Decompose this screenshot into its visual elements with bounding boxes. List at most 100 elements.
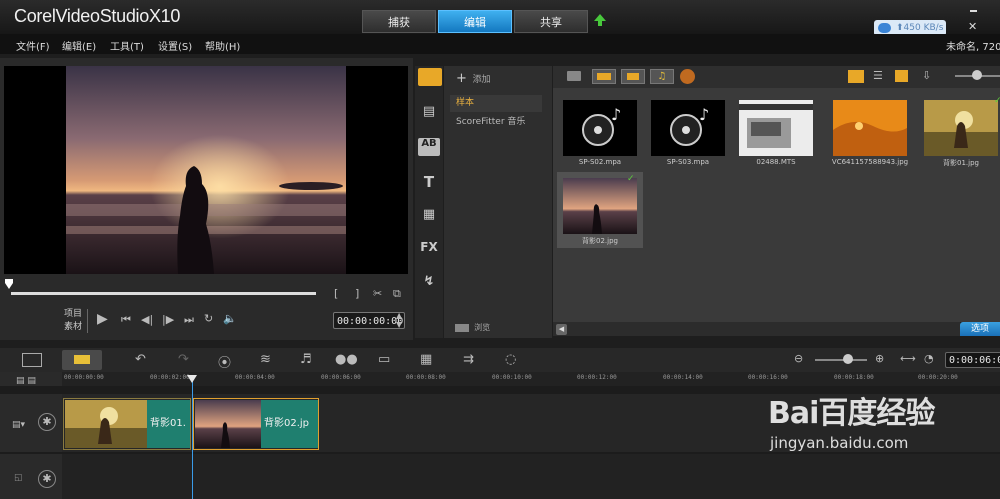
library-item[interactable]: ♪ SP-S02.mpa: [557, 94, 643, 170]
timeline-timecode[interactable]: 0:00:06:00: [945, 352, 1000, 368]
sort-icon[interactable]: ⇩: [922, 69, 931, 82]
scrub-bar[interactable]: [11, 292, 316, 295]
library-item[interactable]: VC641157588943.jpg: [827, 94, 913, 170]
undo-icon[interactable]: ↶: [135, 352, 146, 367]
time-remapping-icon[interactable]: ⇉: [463, 352, 474, 367]
tab-edit[interactable]: 编辑: [438, 10, 512, 33]
overlay-track-icon[interactable]: ◱: [14, 473, 23, 483]
library-item[interactable]: ✓ 背影02.jpg: [557, 172, 643, 248]
ripple-edit-icon[interactable]: ✱: [38, 413, 56, 431]
next-frame-icon[interactable]: |▶: [162, 313, 174, 326]
add-label[interactable]: 添加: [473, 75, 491, 85]
enlarge-icon[interactable]: ⧉: [393, 287, 401, 301]
timeline-view-icon[interactable]: [74, 355, 90, 364]
view-grid-icon[interactable]: [895, 70, 908, 82]
volume-icon[interactable]: 🔈: [223, 312, 237, 325]
timecode-stepper-icon[interactable]: ▲ ▼: [396, 311, 402, 329]
repeat-icon[interactable]: ↻: [204, 312, 213, 325]
motion-tracking-icon[interactable]: ●●: [335, 352, 358, 367]
transition-icon[interactable]: AB: [418, 138, 440, 156]
video-track-icon[interactable]: ▤▾: [12, 420, 25, 430]
graphic-icon[interactable]: ▦: [418, 207, 440, 225]
previous-frame-icon[interactable]: ◀|: [141, 313, 153, 326]
scissors-icon[interactable]: ✂: [373, 287, 382, 300]
browse-label[interactable]: 浏览: [474, 323, 490, 332]
playhead[interactable]: [192, 376, 193, 499]
tab-capture[interactable]: 捕获: [362, 10, 436, 33]
storyboard-view-icon[interactable]: [22, 353, 42, 367]
view-thumbnail-icon[interactable]: [848, 70, 864, 83]
library-scrollbar[interactable]: [553, 322, 960, 336]
tab-share[interactable]: 共享: [514, 10, 588, 33]
browse-icon[interactable]: [455, 323, 469, 332]
play-icon[interactable]: ▶: [97, 311, 108, 327]
folder-item-sample[interactable]: 样本: [450, 95, 542, 112]
preview-mode-switch[interactable]: 项目 素材: [64, 308, 82, 334]
library-item[interactable]: 02488.MTS: [733, 94, 819, 170]
media-icon[interactable]: [418, 68, 442, 86]
mask-creator-icon[interactable]: ◌: [505, 352, 516, 367]
overlay-ripple-icon[interactable]: ✱: [38, 470, 56, 488]
title-icon[interactable]: T: [418, 173, 440, 191]
library-item[interactable]: ✓ 背影01.jpg: [918, 94, 1000, 170]
plus-icon[interactable]: +: [456, 71, 467, 86]
scrubber-handle[interactable]: [5, 279, 13, 289]
folder-item-scorefitter[interactable]: ScoreFitter 音乐: [456, 114, 525, 127]
zoom-slider-handle[interactable]: [843, 354, 853, 364]
clip-label: 背影02.jp: [261, 400, 318, 448]
menu-tools[interactable]: 工具(T): [110, 38, 144, 53]
preview-timecode[interactable]: 00:00:00:00: [333, 312, 405, 329]
clock-icon: ◔: [924, 352, 934, 365]
menu-help[interactable]: 帮助(H): [205, 38, 240, 53]
path-icon[interactable]: ↯: [418, 274, 440, 292]
options-button[interactable]: 选项: [960, 322, 1000, 336]
playhead-handle[interactable]: [187, 375, 197, 383]
menu-settings[interactable]: 设置(S): [158, 38, 192, 53]
upload-arrow-icon[interactable]: [594, 14, 606, 26]
audio-thumbnail-icon: ♪: [563, 100, 637, 156]
mark-out-icon[interactable]: ]: [355, 287, 359, 300]
view-list-icon[interactable]: ☰: [873, 69, 883, 82]
mode-project-label[interactable]: 项目: [64, 308, 82, 321]
menu-edit[interactable]: 编辑(E): [62, 38, 96, 53]
import-folder-icon[interactable]: [567, 71, 581, 81]
filter-fx-icon[interactable]: FX: [418, 240, 440, 258]
watermark-url: jingyan.baidu.com: [770, 434, 909, 452]
auto-music-icon[interactable]: ♬: [300, 352, 312, 367]
zoom-out-icon[interactable]: ⊖: [794, 352, 803, 365]
app-title-brand: Corel: [14, 6, 56, 26]
show-videos-icon[interactable]: [592, 69, 616, 84]
close-icon[interactable]: ✕: [968, 20, 977, 33]
browse-button[interactable]: 浏览: [455, 322, 490, 333]
overlay-track[interactable]: [62, 454, 1000, 499]
instant-project-icon[interactable]: ▤: [418, 104, 440, 122]
multi-camera-icon[interactable]: ▦: [420, 352, 432, 367]
image-thumbnail: [924, 100, 998, 156]
show-audio-icon[interactable]: ♫: [650, 69, 674, 84]
show-photos-icon[interactable]: [621, 69, 645, 84]
thumbnail-size-handle[interactable]: [972, 70, 982, 80]
timeline-clip[interactable]: 背影01.: [63, 398, 191, 450]
end-icon[interactable]: ⏭: [184, 313, 194, 327]
library-item[interactable]: ♪ SP-S03.mpa: [645, 94, 731, 170]
subtitle-editor-icon[interactable]: ▭: [378, 352, 390, 367]
home-icon[interactable]: ⏮: [121, 313, 131, 327]
sound-mixer-icon[interactable]: ≋: [260, 352, 271, 367]
minimize-icon[interactable]: [970, 10, 977, 12]
fit-project-icon[interactable]: ⟷: [900, 352, 916, 365]
collapse-arrow-icon[interactable]: ◀: [556, 324, 567, 335]
clip-thumbnail: [195, 400, 261, 448]
mode-clip-label[interactable]: 素材: [64, 321, 82, 334]
track-manager-icon[interactable]: ▤ ▤: [16, 376, 36, 386]
online-media-icon[interactable]: [680, 69, 695, 84]
timeline-clip-selected[interactable]: 背影02.jp: [193, 398, 319, 450]
ruler-tick: 00:00:04:00: [235, 374, 275, 381]
zoom-in-icon[interactable]: ⊕: [875, 352, 884, 365]
menu-file[interactable]: 文件(F): [16, 38, 50, 53]
record-capture-icon[interactable]: ⦿: [218, 352, 231, 371]
mark-in-icon[interactable]: [: [334, 287, 338, 300]
timeline-view-button[interactable]: [62, 350, 102, 370]
redo-icon[interactable]: ↷: [178, 352, 189, 367]
zoom-slider[interactable]: [815, 359, 867, 361]
add-folder-button[interactable]: + 添加: [456, 71, 491, 86]
